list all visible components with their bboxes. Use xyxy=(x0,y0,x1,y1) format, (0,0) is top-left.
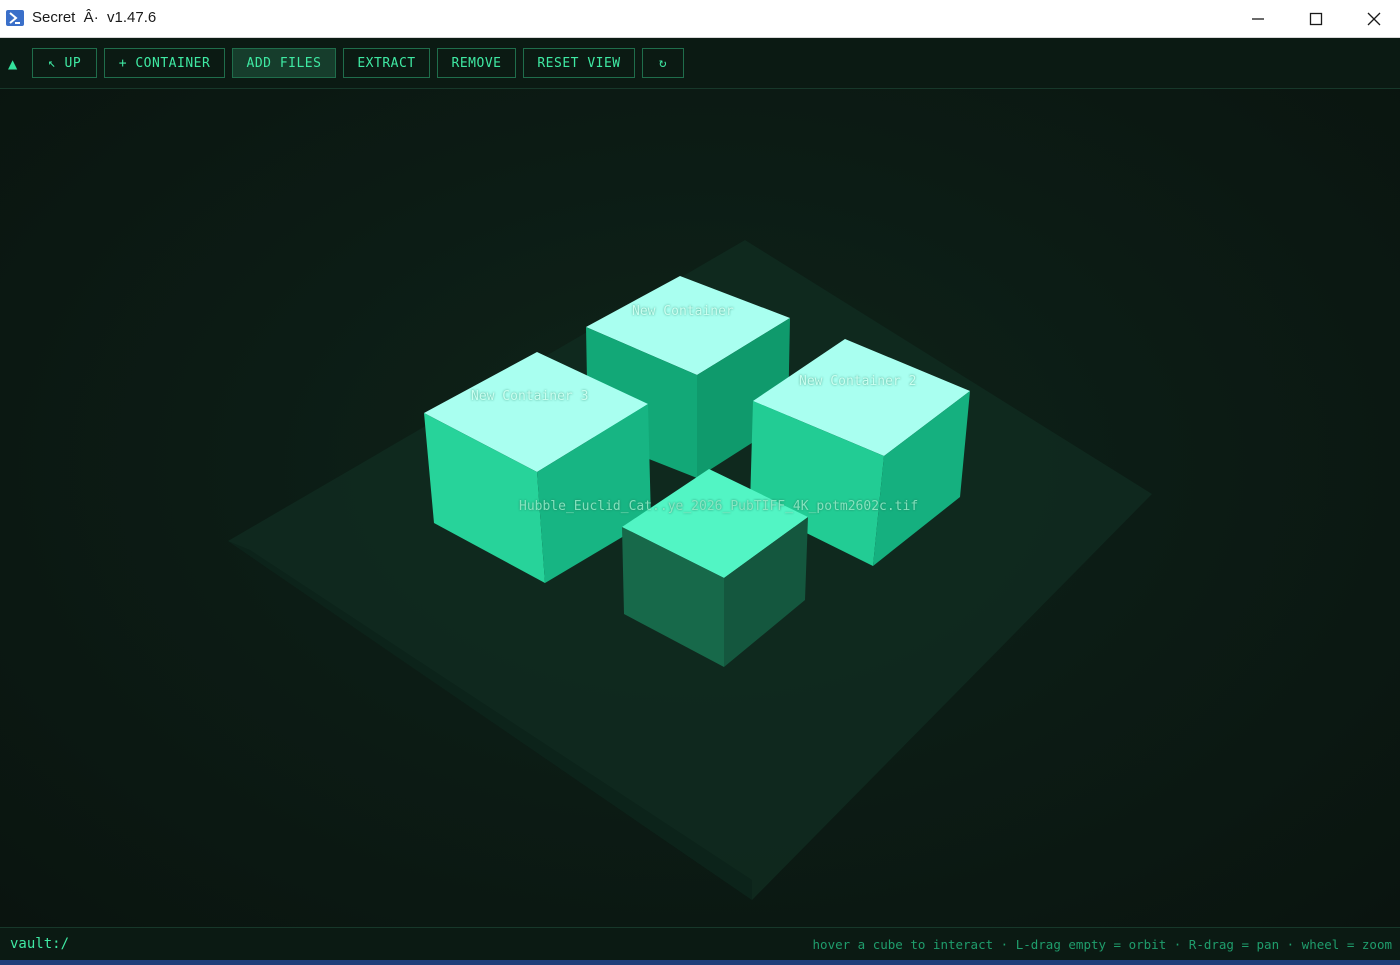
container-label: New Container xyxy=(632,304,734,319)
maximize-button[interactable] xyxy=(1287,0,1345,38)
remove-button[interactable]: REMOVE xyxy=(437,48,516,78)
reset-view-button[interactable]: RESET VIEW xyxy=(523,48,635,78)
maximize-icon xyxy=(1309,12,1323,26)
extract-button[interactable]: EXTRACT xyxy=(343,48,430,78)
controls-hint: hover a cube to interact · L-drag empty … xyxy=(812,937,1392,952)
collapse-toolbar-icon[interactable]: ▲ xyxy=(8,57,17,71)
container-label: New Container 2 xyxy=(799,374,917,389)
close-icon xyxy=(1367,12,1381,26)
vault-3d-viewport[interactable]: New Container New Container 3 New Contai… xyxy=(0,89,1400,927)
current-path: vault:/ xyxy=(10,936,70,952)
add-container-button[interactable]: + CONTAINER xyxy=(104,48,225,78)
window-title: Secret Â· v1.47.6 xyxy=(32,9,157,26)
powershell-icon xyxy=(6,10,24,26)
refresh-button[interactable]: ↻ xyxy=(642,48,684,78)
minimize-button[interactable] xyxy=(1229,0,1287,38)
close-button[interactable] xyxy=(1345,0,1400,38)
add-files-button[interactable]: ADD FILES xyxy=(232,48,336,78)
toolbar: ▲ ↖ UP + CONTAINER ADD FILES EXTRACT REM… xyxy=(0,38,1400,89)
container-label: New Container 3 xyxy=(471,389,589,404)
title-bar: Secret Â· v1.47.6 xyxy=(0,0,1400,38)
status-bar: vault:/ hover a cube to interact · L-dra… xyxy=(0,927,1400,960)
minimize-icon xyxy=(1252,18,1264,20)
window-bottom-edge xyxy=(0,960,1400,965)
up-button[interactable]: ↖ UP xyxy=(32,48,97,78)
file-label: Hubble_Euclid_Cat..ye_2026_PubTIFF_4K_po… xyxy=(519,499,919,514)
